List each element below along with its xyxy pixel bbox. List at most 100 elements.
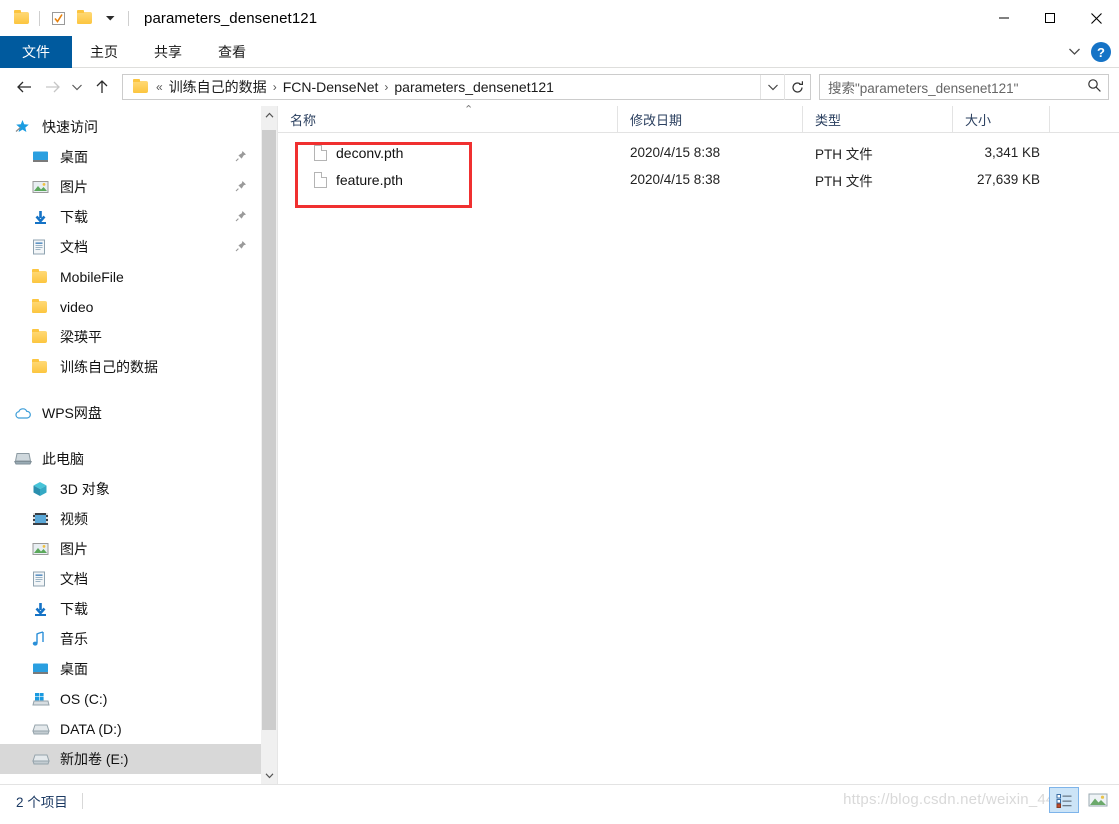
breadcrumb-separator-1[interactable]: › [382,80,390,94]
nav-label: 图片 [60,179,88,195]
search-icon[interactable] [1087,78,1102,96]
tab-file[interactable]: 文件 [0,36,72,68]
file-list-pane: 名称 ⌃ 修改日期 类型 大小 deconv.pth 2020/4/15 8:3… [278,103,1119,784]
desktop-icon [32,660,52,678]
ribbon-right-controls: ? [1068,36,1111,68]
customize-dropdown-icon[interactable] [97,5,123,31]
refresh-button[interactable] [784,74,810,100]
breadcrumb: « 训练自己的数据 › FCN-DenseNet › parameters_de… [123,77,760,97]
cell-size: 27,639 KB [976,172,1040,187]
scrollbar-thumb[interactable] [262,130,276,730]
sidebar-item-video[interactable]: video [0,292,277,322]
sidebar-item-pictures-pc[interactable]: 图片 [0,534,277,564]
new-folder-icon[interactable] [71,5,97,31]
column-header-size[interactable]: 大小 [953,105,1050,133]
title-bar: parameters_densenet121 [0,0,1119,36]
sidebar-item-documents[interactable]: 文档 [0,232,277,262]
table-row[interactable]: deconv.pth 2020/4/15 8:38 PTH 文件 3,341 K… [278,139,1119,166]
sidebar-item-this-pc[interactable]: 此电脑 [0,444,277,474]
forward-button[interactable] [38,73,66,101]
table-row[interactable]: feature.pth 2020/4/15 8:38 PTH 文件 27,639… [278,166,1119,193]
ribbon-tab-bar: 文件 主页 共享 查看 ? [0,36,1119,68]
search-box[interactable]: 搜索"parameters_densenet121" [819,74,1109,100]
nav-group-quick-access[interactable]: 快速访问 [0,112,277,142]
item-count-label: 2 个项目 [16,794,68,810]
sidebar-item-videos[interactable]: 视频 [0,504,277,534]
sidebar-item-wps-cloud[interactable]: WPS网盘 [0,398,277,428]
explorer-body: 快速访问 桌面 图片 下载 文档 MobileFile video 梁瑛平 训练… [0,103,1119,784]
breadcrumb-item-2[interactable]: parameters_densenet121 [390,79,558,95]
search-input[interactable]: 搜索"parameters_densenet121" [828,77,1087,97]
breadcrumb-item-0[interactable]: 训练自己的数据 [165,77,271,97]
details-view-button[interactable] [1049,787,1079,813]
properties-icon[interactable] [45,5,71,31]
sort-ascending-icon: ⌃ [464,103,474,116]
breadcrumb-folder-icon [133,79,148,93]
pin-icon[interactable] [235,210,247,225]
tab-home[interactable]: 主页 [72,36,136,68]
nav-label: 3D 对象 [60,481,110,497]
file-rows: deconv.pth 2020/4/15 8:38 PTH 文件 3,341 K… [278,133,1119,193]
chevron-down-icon[interactable] [1068,43,1081,61]
sidebar-item-pictures[interactable]: 图片 [0,172,277,202]
column-header-name[interactable]: 名称 ⌃ [278,103,618,133]
breadcrumb-separator-0[interactable]: › [271,80,279,94]
quick-access-toolbar [8,5,134,31]
file-icon [314,171,327,188]
sidebar-item-downloads-pc[interactable]: 下载 [0,594,277,624]
pictures-icon [32,178,52,196]
nav-label: video [60,299,94,315]
breadcrumb-overflow[interactable]: « [154,80,165,94]
nav-label: OS (C:) [60,691,108,707]
sidebar-item-downloads[interactable]: 下载 [0,202,277,232]
column-label: 名称 [290,112,317,128]
cell-name: feature.pth [278,171,618,188]
column-header-date[interactable]: 修改日期 [618,105,803,133]
sidebar-item-drive-d[interactable]: DATA (D:) [0,714,277,744]
maximize-button[interactable] [1027,0,1073,36]
sidebar-item-training-data[interactable]: 训练自己的数据 [0,352,277,382]
column-header-type[interactable]: 类型 [803,105,953,133]
pin-icon[interactable] [235,240,247,255]
scroll-down-arrow-icon[interactable] [261,766,277,784]
nav-label: 桌面 [60,661,88,677]
sidebar-item-3d-objects[interactable]: 3D 对象 [0,474,277,504]
star-pin-icon [14,118,34,136]
sidebar-item-desktop[interactable]: 桌面 [0,142,277,172]
nav-label: 桌面 [60,149,88,165]
tab-view[interactable]: 查看 [200,36,264,68]
breadcrumb-item-1[interactable]: FCN-DenseNet [279,79,383,95]
sidebar-item-desktop-pc[interactable]: 桌面 [0,654,277,684]
status-divider [81,792,83,809]
close-button[interactable] [1073,0,1119,36]
folder-icon[interactable] [8,5,34,31]
navigation-bar: « 训练自己的数据 › FCN-DenseNet › parameters_de… [0,68,1119,106]
pictures-icon [32,540,52,558]
sidebar-item-liangyingping[interactable]: 梁瑛平 [0,322,277,352]
sidebar-item-documents-pc[interactable]: 文档 [0,564,277,594]
address-bar[interactable]: « 训练自己的数据 › FCN-DenseNet › parameters_de… [122,74,811,100]
help-button[interactable]: ? [1091,42,1111,62]
view-mode-buttons [1049,787,1113,813]
tab-share[interactable]: 共享 [136,36,200,68]
nav-label: 此电脑 [42,451,84,467]
back-button[interactable] [10,73,38,101]
sidebar-item-mobilefile[interactable]: MobileFile [0,262,277,292]
sidebar-item-drive-e[interactable]: 新加卷 (E:) [0,744,277,774]
sidebar-item-drive-c[interactable]: OS (C:) [0,684,277,714]
recent-locations-button[interactable] [66,73,88,101]
folder-icon [32,268,52,286]
sidebar-item-music[interactable]: 音乐 [0,624,277,654]
up-button[interactable] [88,73,116,101]
large-icons-view-button[interactable] [1083,787,1113,813]
address-dropdown-icon[interactable] [760,75,784,99]
documents-icon [32,570,52,588]
pin-icon[interactable] [235,180,247,195]
column-label: 修改日期 [630,112,683,128]
nav-label: 新加卷 (E:) [60,751,129,767]
pin-icon[interactable] [235,150,247,165]
minimize-button[interactable] [981,0,1027,36]
sidebar-scrollbar[interactable] [261,106,277,784]
scroll-up-arrow-icon[interactable] [261,106,277,124]
cell-type: PTH 文件 [815,146,873,162]
